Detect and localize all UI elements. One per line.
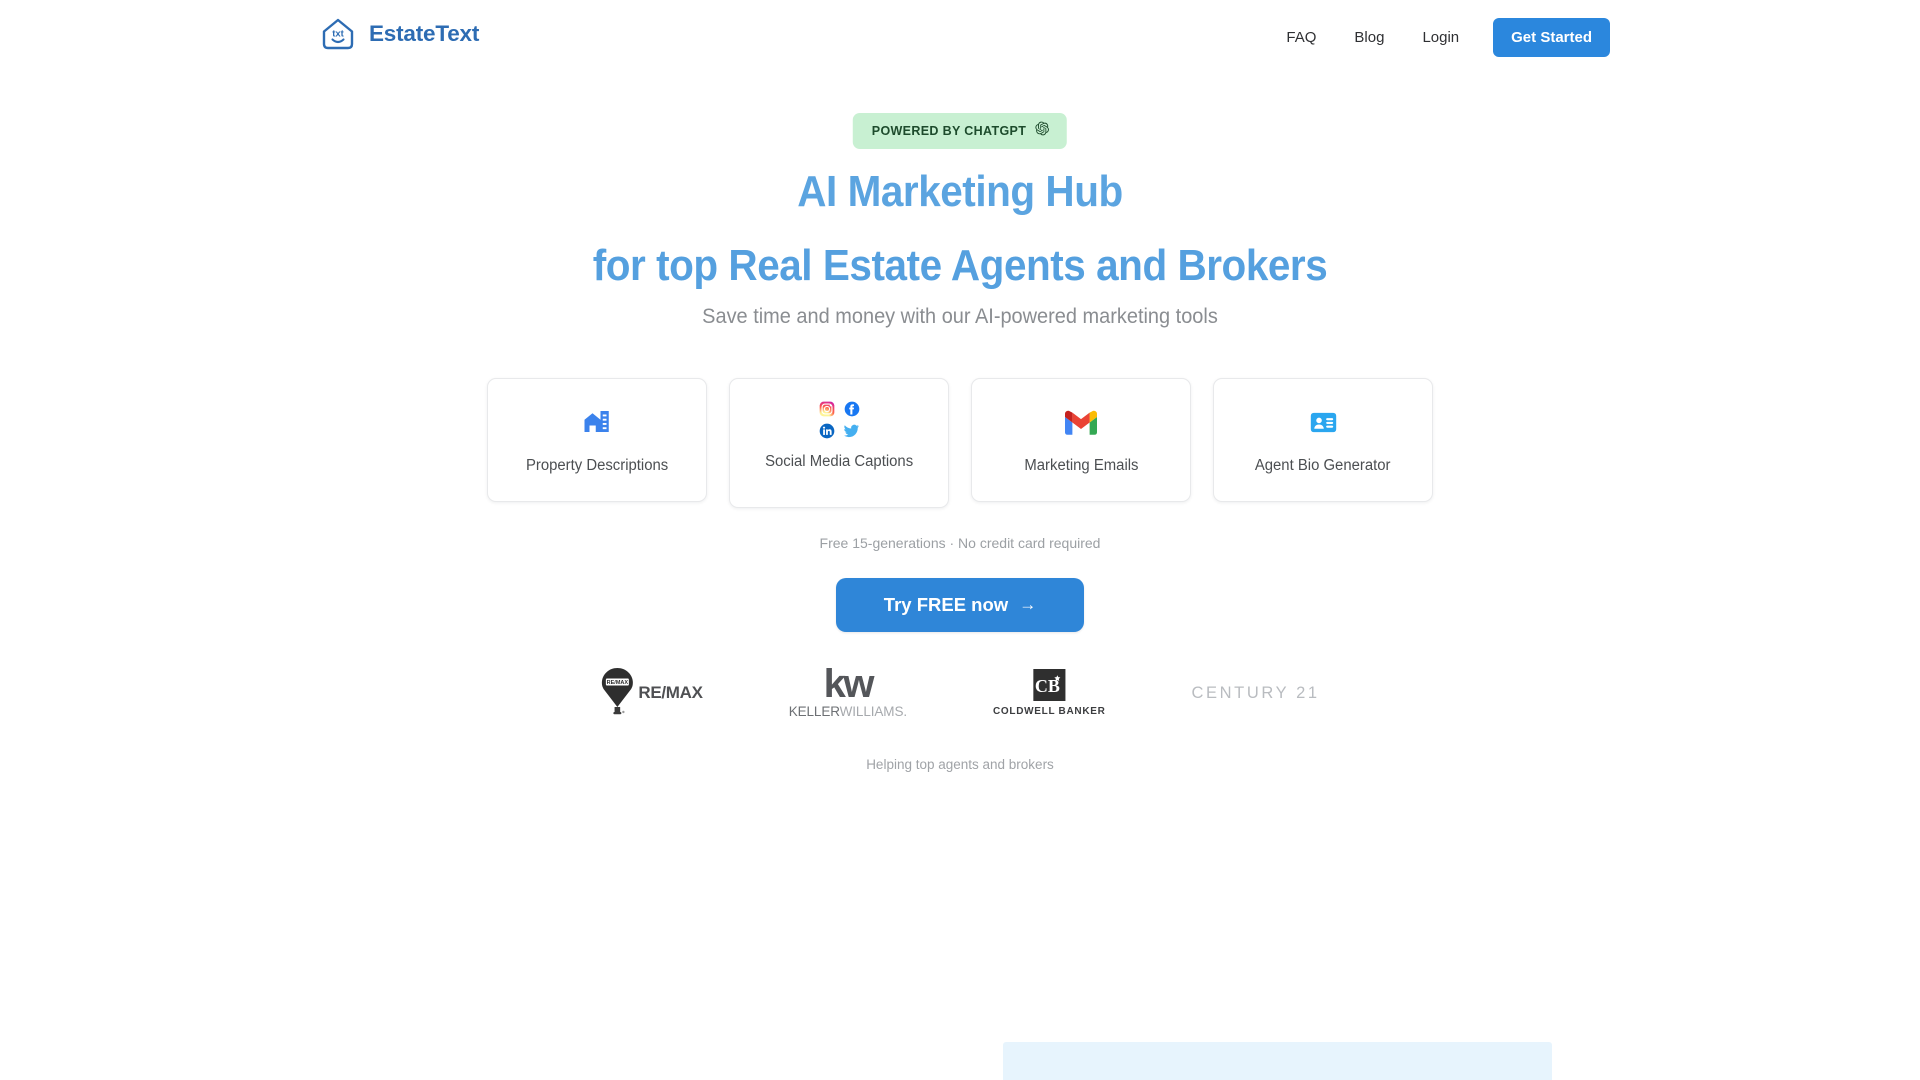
kw-mark: kw [823, 662, 875, 706]
brand-name: EstateText [369, 21, 480, 46]
century21-wordmark: CENTURY 21 [1191, 683, 1320, 702]
landing-page: txt EstateText FAQ Blog Login Get Starte… [0, 0, 1920, 1080]
get-started-button[interactable]: Get Started [1493, 18, 1610, 57]
coldwell-banker-logo: CB COLDWELL BANKER [993, 662, 1106, 724]
social-icons-grid [818, 401, 861, 443]
remax-logo: RE/MAX RE/MAX [600, 662, 703, 724]
cta-container: Try FREE now → [0, 578, 1920, 632]
logos-caption: Helping top agents and brokers [866, 757, 1054, 772]
svg-text:RE/MAX: RE/MAX [607, 680, 629, 686]
house-building-icon [582, 401, 612, 443]
kw-wordmark: KELLERWILLIAMS. [788, 704, 908, 719]
nav-link-login[interactable]: Login [1403, 21, 1478, 54]
badge-label: POWERED BY CHATGPT [871, 124, 1027, 138]
linkedin-icon [819, 423, 835, 444]
keller-williams-logo: kw KELLERWILLIAMS. [789, 662, 907, 724]
headline-line-2: for top Real Estate Agents and Brokers [592, 240, 1328, 290]
partner-logos: RE/MAX RE/MAX kw KELLERWILLIAMS. CB COLD… [600, 662, 1319, 724]
feature-cards: Property Descriptions Social Media Capti… [487, 378, 1433, 508]
page-title: AI Marketing Hub for top Real Estate Age… [77, 165, 1843, 292]
headline-line-1: AI Marketing Hub [797, 167, 1123, 216]
facebook-icon [844, 401, 860, 422]
remax-wordmark: RE/MAX [638, 683, 703, 702]
feature-card-social-media-captions[interactable]: Social Media Captions [729, 378, 949, 508]
svg-text:txt: txt [332, 29, 344, 40]
house-txt-logo-icon: txt [318, 14, 358, 54]
twitter-icon [843, 422, 860, 444]
cta-label: Try FREE now [883, 594, 1009, 615]
try-free-now-button[interactable]: Try FREE now → [835, 578, 1085, 632]
feature-card-property-descriptions[interactable]: Property Descriptions [487, 378, 707, 502]
feature-card-label: Marketing Emails [1023, 457, 1139, 474]
feature-card-label: Property Descriptions [525, 457, 669, 474]
nav-link-faq[interactable]: FAQ [1267, 21, 1335, 54]
cb-mark: CB [1033, 669, 1066, 701]
instagram-icon [819, 401, 835, 422]
feature-card-marketing-emails[interactable]: Marketing Emails [971, 378, 1191, 502]
main-nav: FAQ Blog Login Get Started [1267, 18, 1610, 57]
brand-logo[interactable]: txt EstateText [318, 14, 479, 54]
coldwell-banker-wordmark: COLDWELL BANKER [993, 706, 1106, 717]
gmail-icon [1065, 401, 1097, 443]
openai-logo-icon [1035, 121, 1050, 141]
trial-note: Free 15-generations · No credit card req… [819, 535, 1101, 551]
feature-card-label: Agent Bio Generator [1255, 457, 1391, 474]
century21-logo: CENTURY 21 [1192, 662, 1320, 724]
nav-link-blog[interactable]: Blog [1335, 21, 1403, 54]
arrow-right-icon: → [1019, 595, 1037, 614]
feature-card-label: Social Media Captions [764, 453, 914, 470]
powered-by-chatgpt-badge: POWERED BY CHATGPT [852, 113, 1068, 149]
hero-subheadline: Save time and money with our AI-powered … [702, 305, 1218, 328]
id-card-icon [1309, 401, 1338, 443]
bottom-preview-panel [1003, 1042, 1552, 1080]
feature-card-agent-bio-generator[interactable]: Agent Bio Generator [1213, 378, 1433, 502]
site-header: txt EstateText FAQ Blog Login Get Starte… [0, 0, 1920, 72]
